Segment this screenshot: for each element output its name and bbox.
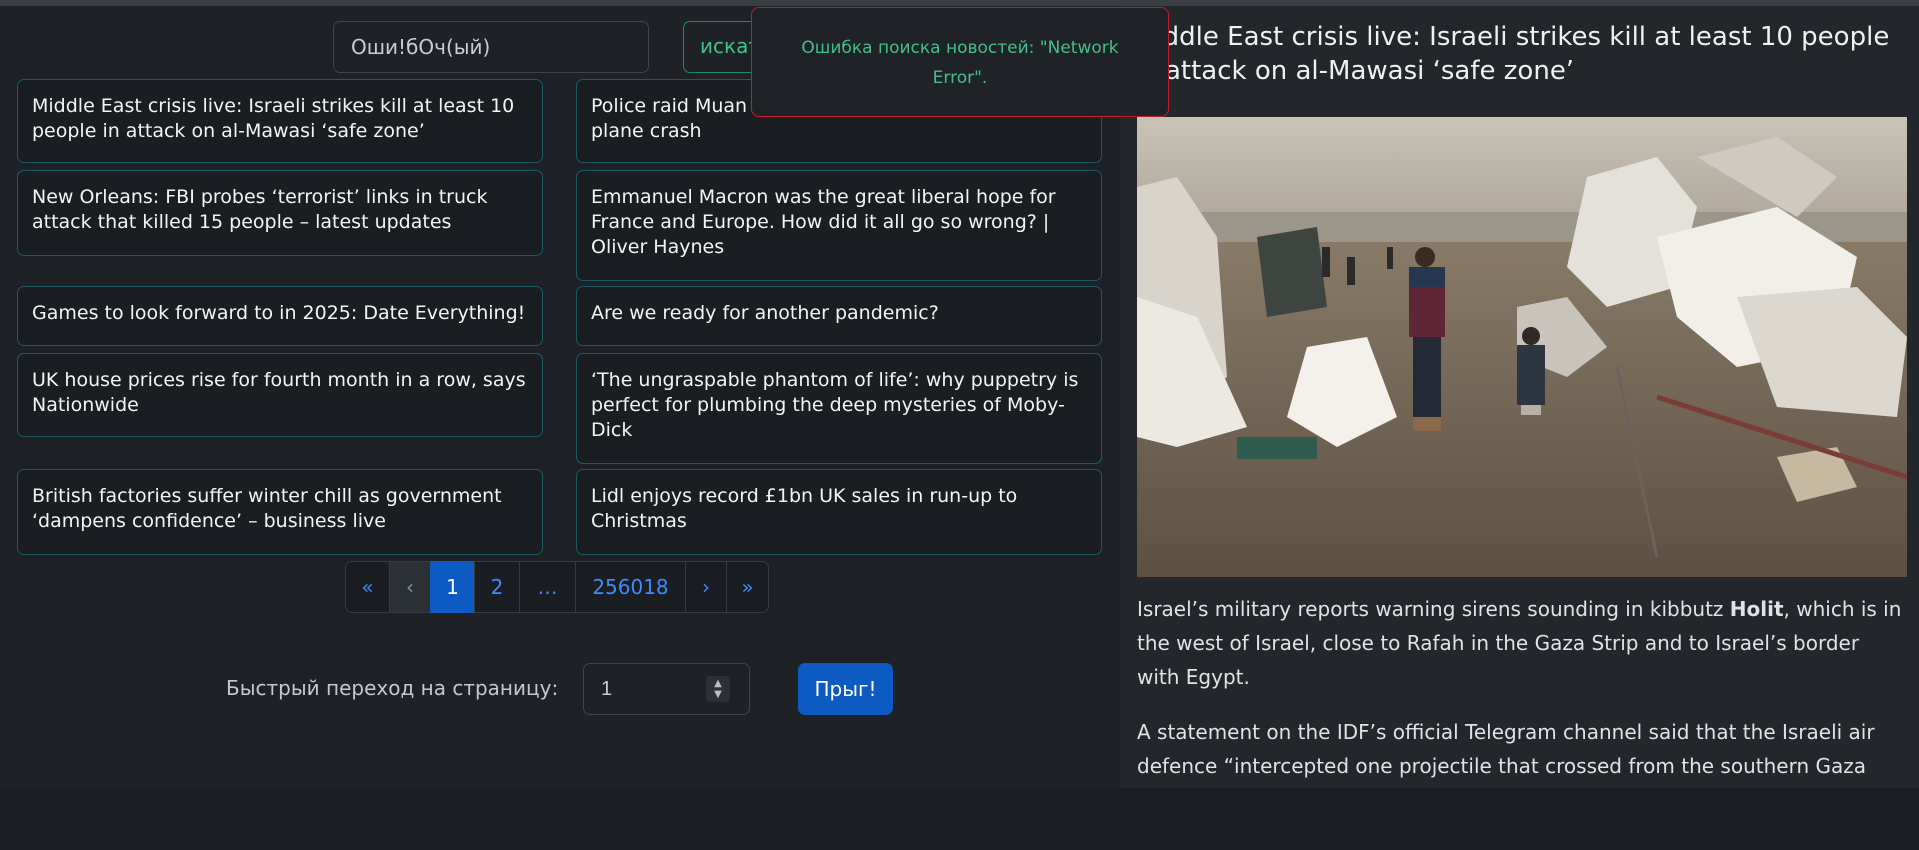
news-title: Middle East crisis live: Israeli strikes…: [32, 95, 515, 142]
first-page-button[interactable]: «: [345, 561, 390, 613]
news-title: New Orleans: FBI probes ‘terrorist’ link…: [32, 186, 488, 233]
error-message: Ошибка поиска новостей: "Network Error".: [801, 38, 1119, 88]
page-button-1[interactable]: 1: [430, 561, 475, 613]
bold-location: Holit: [1729, 597, 1784, 621]
page-button-last-number[interactable]: 256018: [575, 561, 686, 613]
news-card[interactable]: New Orleans: FBI probes ‘terrorist’ link…: [17, 170, 543, 256]
article-paragraph: A statement on the IDF’s official Telegr…: [1137, 720, 1875, 778]
news-title: Lidl enjoys record £1bn UK sales in run-…: [591, 485, 1018, 532]
number-spinner-icon[interactable]: ▲ ▼: [706, 676, 730, 702]
news-card[interactable]: British factories suffer winter chill as…: [17, 469, 543, 555]
last-page-button[interactable]: »: [726, 561, 769, 613]
error-toast[interactable]: Ошибка поиска новостей: "Network Error".: [751, 7, 1169, 117]
news-card[interactable]: Lidl enjoys record £1bn UK sales in run-…: [576, 469, 1102, 555]
page-bottom: [0, 788, 1919, 850]
article-image: [1137, 117, 1907, 577]
pagination: « ‹ 1 2 … 256018 › »: [345, 561, 769, 613]
news-title: Emmanuel Macron was the great liberal ho…: [591, 186, 1056, 258]
news-title: ‘The ungraspable phantom of life’: why p…: [591, 369, 1079, 441]
news-card[interactable]: Middle East crisis live: Israeli strikes…: [17, 79, 543, 163]
jump-button[interactable]: Прыг!: [798, 663, 893, 715]
news-card[interactable]: Emmanuel Macron was the great liberal ho…: [576, 170, 1102, 281]
page-button-2[interactable]: 2: [474, 561, 520, 613]
page-ellipsis: …: [519, 561, 576, 613]
news-card[interactable]: ‘The ungraspable phantom of life’: why p…: [576, 353, 1102, 464]
news-card[interactable]: UK house prices rise for fourth month in…: [17, 353, 543, 437]
news-title: British factories suffer winter chill as…: [32, 485, 502, 532]
next-page-button[interactable]: ›: [685, 561, 727, 613]
news-title: Games to look forward to in 2025: Date E…: [32, 302, 526, 324]
news-card[interactable]: Games to look forward to in 2025: Date E…: [17, 286, 543, 346]
article-title: Middle East crisis live: Israeli strikes…: [1133, 22, 1890, 86]
article-body: Israel’s military reports warning sirens…: [1137, 592, 1907, 804]
prev-page-button[interactable]: ‹: [389, 561, 431, 613]
news-title: Are we ready for another pandemic?: [591, 302, 939, 324]
article-paragraph: Israel’s military reports warning sirens…: [1137, 597, 1902, 689]
news-card[interactable]: Are we ready for another pandemic?: [576, 286, 1102, 346]
jump-label: Быстрый переход на страницу:: [226, 676, 559, 700]
search-input[interactable]: [333, 21, 649, 73]
news-title: UK house prices rise for fourth month in…: [32, 369, 526, 416]
